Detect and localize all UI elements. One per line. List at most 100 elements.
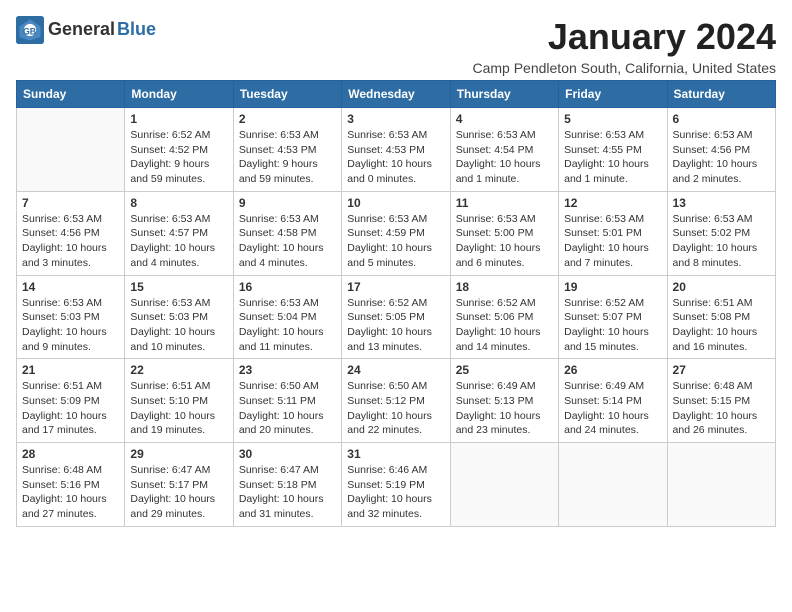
day-header-row: SundayMondayTuesdayWednesdayThursdayFrid…: [17, 81, 776, 108]
cell-day-number: 20: [673, 280, 770, 294]
cell-day-number: 16: [239, 280, 336, 294]
cell-info-text: Sunrise: 6:51 AMSunset: 5:10 PMDaylight:…: [130, 379, 227, 438]
logo: GB General Blue: [16, 16, 156, 44]
cell-info-text: Sunrise: 6:53 AMSunset: 4:55 PMDaylight:…: [564, 128, 661, 187]
calendar-cell: 11Sunrise: 6:53 AMSunset: 5:00 PMDayligh…: [450, 191, 558, 275]
calendar-cell: 23 Sunrise: 6:50 AMSunset: 5:11 PMDayligh…: [233, 359, 341, 443]
calendar-cell: 16 Sunrise: 6:53 AMSunset: 5:04 PMDayligh…: [233, 275, 341, 359]
cell-info-text: Sunrise: 6:53 AMSunset: 5:03 PMDaylight:…: [130, 296, 227, 355]
cell-info-text: Sunrise: 6:52 AMSunset: 5:05 PMDaylight:…: [347, 296, 444, 355]
cell-day-number: 24: [347, 363, 444, 377]
cell-day-number: 29: [130, 447, 227, 461]
cell-info-text: Sunrise: 6:50 AMSunset: 5:12 PMDaylight:…: [347, 379, 444, 438]
cell-info-text: Sunrise: 6:53 AMSunset: 4:53 PMDaylight:…: [347, 128, 444, 187]
cell-info-text: Sunrise: 6:48 AMSunset: 5:15 PMDaylight:…: [673, 379, 770, 438]
calendar-week-row: 7Sunrise: 6:53 AMSunset: 4:56 PMDaylight…: [17, 191, 776, 275]
logo-icon: GB: [16, 16, 44, 44]
calendar-week-row: 21Sunrise: 6:51 AMSunset: 5:09 PMDayligh…: [17, 359, 776, 443]
cell-info-text: Sunrise: 6:46 AMSunset: 5:19 PMDaylight:…: [347, 463, 444, 522]
calendar-cell: 10 Sunrise: 6:53 AMSunset: 4:59 PMDayligh…: [342, 191, 450, 275]
calendar-cell: 13 Sunrise: 6:53 AMSunset: 5:02 PMDayligh…: [667, 191, 775, 275]
calendar-cell: 12 Sunrise: 6:53 AMSunset: 5:01 PMDayligh…: [559, 191, 667, 275]
calendar-cell: 2 Sunrise: 6:53 AMSunset: 4:53 PMDaylight…: [233, 108, 341, 192]
calendar-cell: 26 Sunrise: 6:49 AMSunset: 5:14 PMDayligh…: [559, 359, 667, 443]
cell-info-text: Sunrise: 6:53 AMSunset: 5:00 PMDaylight:…: [456, 212, 553, 271]
calendar-cell: 17 Sunrise: 6:52 AMSunset: 5:05 PMDayligh…: [342, 275, 450, 359]
cell-day-number: 5: [564, 112, 661, 126]
calendar-cell: 22 Sunrise: 6:51 AMSunset: 5:10 PMDayligh…: [125, 359, 233, 443]
cell-day-number: 1: [130, 112, 227, 126]
calendar-table: SundayMondayTuesdayWednesdayThursdayFrid…: [16, 80, 776, 527]
page-header: GB General Blue January 2024 Camp Pendle…: [16, 16, 776, 76]
cell-day-number: 14: [22, 280, 119, 294]
cell-info-text: Sunrise: 6:52 AMSunset: 5:06 PMDaylight:…: [456, 296, 553, 355]
calendar-cell: 18Sunrise: 6:52 AMSunset: 5:06 PMDayligh…: [450, 275, 558, 359]
calendar-cell: 6 Sunrise: 6:53 AMSunset: 4:56 PMDaylight…: [667, 108, 775, 192]
cell-day-number: 7: [22, 196, 119, 210]
cell-info-text: Sunrise: 6:51 AMSunset: 5:08 PMDaylight:…: [673, 296, 770, 355]
cell-info-text: Sunrise: 6:53 AMSunset: 4:57 PMDaylight:…: [130, 212, 227, 271]
cell-info-text: Sunrise: 6:49 AMSunset: 5:13 PMDaylight:…: [456, 379, 553, 438]
cell-day-number: 25: [456, 363, 553, 377]
cell-day-number: 9: [239, 196, 336, 210]
calendar-body: 1 Sunrise: 6:52 AMSunset: 4:52 PMDaylight…: [17, 108, 776, 527]
calendar-week-row: 1 Sunrise: 6:52 AMSunset: 4:52 PMDaylight…: [17, 108, 776, 192]
cell-day-number: 4: [456, 112, 553, 126]
calendar-week-row: 14 Sunrise: 6:53 AMSunset: 5:03 PMDayligh…: [17, 275, 776, 359]
cell-day-number: 19: [564, 280, 661, 294]
calendar-cell: 8 Sunrise: 6:53 AMSunset: 4:57 PMDaylight…: [125, 191, 233, 275]
cell-info-text: Sunrise: 6:49 AMSunset: 5:14 PMDaylight:…: [564, 379, 661, 438]
cell-info-text: Sunrise: 6:53 AMSunset: 5:01 PMDaylight:…: [564, 212, 661, 271]
cell-day-number: 26: [564, 363, 661, 377]
cell-day-number: 6: [673, 112, 770, 126]
day-header-monday: Monday: [125, 81, 233, 108]
cell-info-text: Sunrise: 6:52 AMSunset: 4:52 PMDaylight:…: [130, 128, 227, 187]
cell-day-number: 27: [673, 363, 770, 377]
cell-day-number: 8: [130, 196, 227, 210]
cell-info-text: Sunrise: 6:50 AMSunset: 5:11 PMDaylight:…: [239, 379, 336, 438]
calendar-cell: 21Sunrise: 6:51 AMSunset: 5:09 PMDayligh…: [17, 359, 125, 443]
cell-day-number: 12: [564, 196, 661, 210]
cell-info-text: Sunrise: 6:53 AMSunset: 4:59 PMDaylight:…: [347, 212, 444, 271]
title-block: January 2024 Camp Pendleton South, Calif…: [472, 16, 776, 76]
calendar-cell: [17, 108, 125, 192]
day-header-wednesday: Wednesday: [342, 81, 450, 108]
logo-blue-text: Blue: [117, 20, 156, 40]
calendar-cell: 3Sunrise: 6:53 AMSunset: 4:53 PMDaylight…: [342, 108, 450, 192]
logo-text: General Blue: [48, 20, 156, 40]
calendar-cell: 31Sunrise: 6:46 AMSunset: 5:19 PMDayligh…: [342, 443, 450, 527]
calendar-cell: 5 Sunrise: 6:53 AMSunset: 4:55 PMDaylight…: [559, 108, 667, 192]
calendar-cell: 1 Sunrise: 6:52 AMSunset: 4:52 PMDaylight…: [125, 108, 233, 192]
calendar-cell: 7Sunrise: 6:53 AMSunset: 4:56 PMDaylight…: [17, 191, 125, 275]
cell-info-text: Sunrise: 6:53 AMSunset: 5:02 PMDaylight:…: [673, 212, 770, 271]
month-title: January 2024: [472, 16, 776, 58]
calendar-cell: 20 Sunrise: 6:51 AMSunset: 5:08 PMDayligh…: [667, 275, 775, 359]
calendar-cell: 28 Sunrise: 6:48 AMSunset: 5:16 PMDayligh…: [17, 443, 125, 527]
calendar-cell: 19 Sunrise: 6:52 AMSunset: 5:07 PMDayligh…: [559, 275, 667, 359]
cell-info-text: Sunrise: 6:53 AMSunset: 5:04 PMDaylight:…: [239, 296, 336, 355]
cell-info-text: Sunrise: 6:52 AMSunset: 5:07 PMDaylight:…: [564, 296, 661, 355]
cell-info-text: Sunrise: 6:53 AMSunset: 5:03 PMDaylight:…: [22, 296, 119, 355]
cell-info-text: Sunrise: 6:53 AMSunset: 4:56 PMDaylight:…: [673, 128, 770, 187]
cell-day-number: 23: [239, 363, 336, 377]
cell-day-number: 21: [22, 363, 119, 377]
cell-day-number: 28: [22, 447, 119, 461]
cell-day-number: 22: [130, 363, 227, 377]
day-header-sunday: Sunday: [17, 81, 125, 108]
cell-info-text: Sunrise: 6:53 AMSunset: 4:53 PMDaylight:…: [239, 128, 336, 187]
cell-day-number: 10: [347, 196, 444, 210]
cell-day-number: 17: [347, 280, 444, 294]
calendar-cell: 30 Sunrise: 6:47 AMSunset: 5:18 PMDayligh…: [233, 443, 341, 527]
cell-day-number: 2: [239, 112, 336, 126]
cell-info-text: Sunrise: 6:47 AMSunset: 5:18 PMDaylight:…: [239, 463, 336, 522]
cell-info-text: Sunrise: 6:53 AMSunset: 4:58 PMDaylight:…: [239, 212, 336, 271]
calendar-cell: [450, 443, 558, 527]
location-title: Camp Pendleton South, California, United…: [472, 60, 776, 76]
cell-day-number: 30: [239, 447, 336, 461]
cell-info-text: Sunrise: 6:48 AMSunset: 5:16 PMDaylight:…: [22, 463, 119, 522]
logo-general-text: General: [48, 20, 115, 40]
calendar-cell: 14 Sunrise: 6:53 AMSunset: 5:03 PMDayligh…: [17, 275, 125, 359]
cell-day-number: 13: [673, 196, 770, 210]
calendar-cell: 24 Sunrise: 6:50 AMSunset: 5:12 PMDayligh…: [342, 359, 450, 443]
day-header-tuesday: Tuesday: [233, 81, 341, 108]
